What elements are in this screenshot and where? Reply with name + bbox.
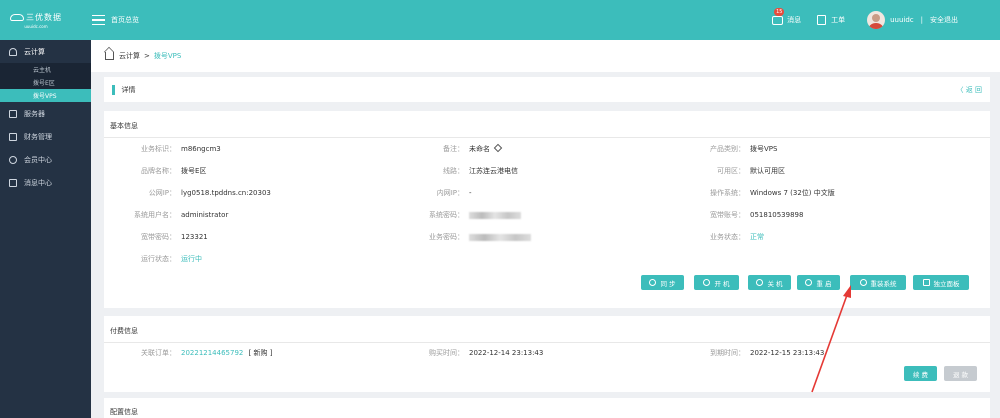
- field-remark: 备注： 未命名: [424, 143, 503, 154]
- power-on-button[interactable]: 开 机: [694, 275, 739, 290]
- message-icon: [9, 178, 17, 187]
- payment-info-title: 付费信息: [110, 327, 138, 335]
- field-business-status: 业务状态： 正常: [710, 233, 764, 241]
- order-tag: [ 新购 ]: [248, 349, 273, 357]
- field-broadband-password: 宽带密码： 123321: [141, 233, 208, 241]
- power-on-icon: [703, 279, 711, 286]
- reinstall-icon: [859, 279, 867, 286]
- power-off-button[interactable]: 关 机: [748, 275, 791, 290]
- renew-button[interactable]: 续 费: [904, 366, 937, 381]
- logo-subtext: uuuidc.com: [24, 23, 48, 29]
- field-sys-username: 系统用户名： administrator: [134, 211, 229, 219]
- header-separator: |: [920, 16, 923, 24]
- username[interactable]: uuuidc: [890, 16, 914, 24]
- sync-button[interactable]: 同 步: [641, 275, 684, 290]
- tickets-button[interactable]: 工单: [817, 15, 845, 25]
- sidebar-item-label: 服务器: [24, 109, 45, 118]
- messages-button[interactable]: 15 消息: [772, 8, 802, 25]
- config-info-panel: 配置信息: [104, 398, 990, 418]
- sidebar-item-finance[interactable]: 财务管理: [0, 125, 91, 148]
- sidebar-submenu: 云主机 拨号E区 拨号VPS: [0, 63, 91, 102]
- field-business-id: 业务标识： m86ngcm3: [141, 145, 221, 153]
- field-related-order: 关联订单： 20221214465792 [ 新购 ]: [141, 349, 273, 357]
- logo[interactable]: 三优数据 uuuidc.com: [5, 12, 67, 29]
- divider: [104, 342, 990, 343]
- field-line: 线路： 江苏连云港电信: [443, 167, 518, 175]
- server-icon: [9, 109, 17, 118]
- breadcrumb-root[interactable]: 云计算: [119, 51, 140, 61]
- panel-icon: [922, 279, 930, 286]
- field-os: 操作系统： Windows 7 (32位) 中文版: [710, 189, 835, 197]
- masked-value: [469, 233, 531, 241]
- sidebar-item-member[interactable]: 会员中心: [0, 148, 91, 171]
- tickets-label: 工单: [831, 16, 846, 24]
- cloud-logo-icon: [10, 13, 24, 21]
- breadcrumb: 云计算 > 拨号VPS: [91, 40, 1000, 72]
- sidebar-item-label: 财务管理: [24, 132, 52, 141]
- sidebar-item-server[interactable]: 服务器: [0, 102, 91, 125]
- finance-icon: [9, 132, 17, 141]
- user-icon: [9, 155, 17, 164]
- config-info-title: 配置信息: [110, 408, 138, 416]
- field-public-ip: 公网IP： lyg0518.tpddns.cn:20303: [148, 189, 271, 197]
- home-icon[interactable]: [105, 52, 114, 60]
- field-run-status: 运行状态： 运行中: [141, 255, 202, 263]
- sidebar-subitem-dial-vps[interactable]: 拨号VPS: [0, 89, 91, 102]
- restart-icon: [805, 279, 813, 286]
- field-private-ip: 内网IP： -: [436, 189, 472, 197]
- avatar[interactable]: [867, 11, 886, 29]
- top-header: 三优数据 uuuidc.com 首页总览 15 消息 工单 uuuidc | 安…: [0, 0, 1000, 40]
- basic-info-title: 基本信息: [110, 122, 138, 130]
- field-zone: 可用区： 默认可用区: [717, 167, 785, 175]
- page-title: 详情: [121, 85, 136, 94]
- detail-header: 详情 〈 返 回: [104, 77, 990, 102]
- reinstall-system-button[interactable]: 重装系统: [850, 275, 906, 290]
- messages-label: 消息: [787, 16, 802, 24]
- standalone-panel-button[interactable]: 独立面板: [913, 275, 969, 290]
- sidebar-item-messages[interactable]: 消息中心: [0, 171, 91, 194]
- sidebar: 云计算 云主机 拨号E区 拨号VPS 服务器 财务管理 会员中心 消息中心: [0, 40, 91, 418]
- logout-link[interactable]: 安全退出: [930, 15, 958, 25]
- sidebar-subitem-dial-e[interactable]: 拨号E区: [0, 76, 91, 89]
- field-business-password: 业务密码：: [424, 232, 531, 242]
- power-off-icon: [756, 279, 764, 286]
- message-icon: [772, 15, 784, 25]
- section-marker: [112, 84, 115, 95]
- home-overview-link[interactable]: 首页总览: [111, 15, 139, 25]
- basic-info-panel: 基本信息 业务标识： m86ngcm3 备注： 未命名 产品类别： 拨号VPS 品牌名…: [104, 111, 990, 308]
- restart-button[interactable]: 重 启: [797, 275, 840, 290]
- field-brand: 品牌名称： 拨号E区: [141, 167, 207, 175]
- divider: [104, 137, 990, 138]
- logo-text: 三优数据: [26, 12, 62, 22]
- field-product-type: 产品类别： 拨号VPS: [710, 145, 778, 153]
- refund-button[interactable]: 退 款: [944, 366, 977, 381]
- ticket-icon: [817, 15, 827, 25]
- menu-toggle-icon[interactable]: [92, 14, 105, 26]
- sidebar-item-label: 消息中心: [24, 178, 52, 187]
- field-broadband-account: 宽带账号： 051810539898: [710, 211, 804, 219]
- payment-info-panel: 付费信息 关联订单： 20221214465792 [ 新购 ] 购买时间： 202…: [104, 316, 990, 392]
- sidebar-item-label: 会员中心: [24, 155, 52, 164]
- breadcrumb-current: 拨号VPS: [153, 52, 182, 60]
- field-purchase-time: 购买时间： 2022-12-14 23:13:43: [429, 349, 544, 357]
- masked-value: [469, 211, 521, 219]
- cloud-icon: [9, 47, 17, 56]
- sidebar-item-cloud[interactable]: 云计算: [0, 40, 91, 63]
- breadcrumb-separator: >: [144, 52, 150, 60]
- edit-icon[interactable]: [493, 143, 503, 153]
- field-sys-password: 系统密码：: [424, 210, 521, 220]
- sidebar-item-label: 云计算: [24, 47, 45, 56]
- field-expire-time: 到期时间： 2022-12-15 23:13:43: [710, 349, 825, 357]
- back-button[interactable]: 〈 返 回: [957, 85, 982, 95]
- sidebar-subitem-cloud-host[interactable]: 云主机: [0, 63, 91, 76]
- order-link[interactable]: 20221214465792: [181, 349, 243, 357]
- sync-icon: [649, 279, 657, 286]
- message-count-badge: 15: [774, 8, 785, 16]
